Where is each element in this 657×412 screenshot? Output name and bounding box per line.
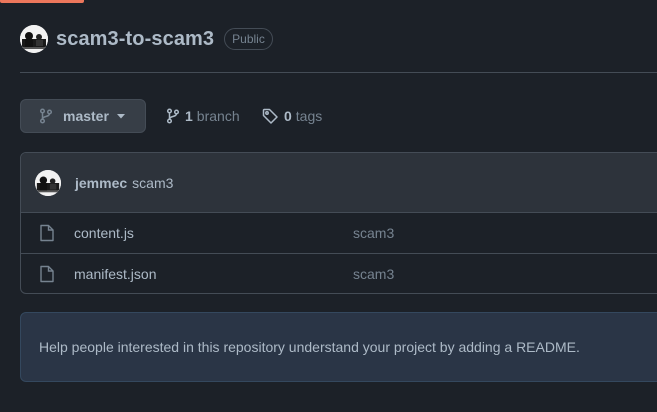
readme-prompt-text: Help people interested in this repositor… (39, 339, 580, 355)
tag-count: 0 (284, 108, 292, 124)
visibility-badge: Public (224, 28, 273, 50)
file-commit-link[interactable]: scam3 (353, 266, 394, 282)
commit-author-avatar[interactable] (35, 169, 61, 196)
git-branch-icon (166, 108, 180, 124)
file-row[interactable]: manifest.json scam3 (21, 253, 657, 293)
file-commit-link[interactable]: scam3 (353, 225, 394, 241)
commit-message-link[interactable]: scam3 (132, 175, 173, 191)
tag-icon (262, 108, 279, 124)
header-divider (20, 72, 657, 73)
file-name-link[interactable]: content.js (74, 225, 134, 241)
repository-page: scam3-to-scam3 Public master 1 branch 0 … (0, 0, 657, 412)
current-branch-label: master (63, 108, 109, 124)
caret-down-icon (116, 113, 125, 119)
file-browser: jemmec scam3 content.js scam3 manifest.j… (20, 152, 657, 294)
branch-selector-button[interactable]: master (20, 99, 146, 133)
branch-count: 1 (185, 108, 193, 124)
repo-name-link[interactable]: scam3-to-scam3 (56, 28, 214, 51)
tags-link[interactable]: 0 tags (262, 108, 322, 124)
file-icon (40, 265, 54, 283)
branches-link[interactable]: 1 branch (166, 108, 240, 124)
tag-word: tags (295, 108, 323, 124)
branch-word: branch (196, 108, 240, 124)
readme-prompt-banner: Help people interested in this repositor… (20, 312, 657, 382)
commit-author-link[interactable]: jemmec (75, 175, 127, 191)
file-icon (40, 224, 54, 242)
git-branch-icon (39, 108, 53, 124)
repo-header: scam3-to-scam3 Public (20, 24, 273, 54)
owner-avatar[interactable] (20, 25, 48, 53)
file-name-link[interactable]: manifest.json (74, 266, 156, 282)
file-row[interactable]: content.js scam3 (21, 213, 657, 253)
active-tab-underline (0, 0, 84, 3)
latest-commit-bar: jemmec scam3 (21, 153, 657, 213)
